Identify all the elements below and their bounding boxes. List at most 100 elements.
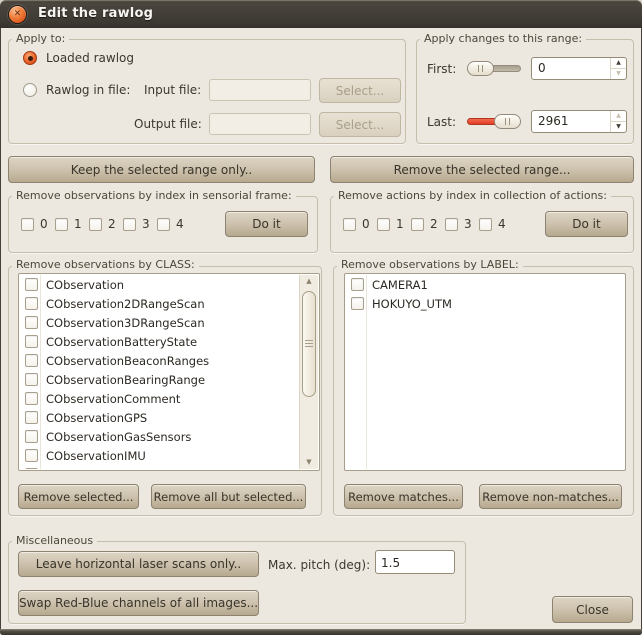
window-title: Edit the rawlog — [38, 6, 154, 21]
class-list-item[interactable]: CObservationGasSensors — [20, 427, 299, 446]
remove-by-class-group: Remove observations by CLASS: CObservati… — [8, 258, 322, 516]
checkbox-icon[interactable] — [411, 217, 424, 231]
scroll-up-icon[interactable]: ▲ — [300, 278, 318, 285]
item-checkbox[interactable] — [351, 297, 364, 310]
class-list-item[interactable]: CObservationBatteryState — [20, 332, 299, 351]
max-pitch-field[interactable] — [375, 550, 455, 574]
action-index-checkbox[interactable]: 2 — [411, 217, 445, 231]
actions-legend: Remove actions by index in collection of… — [334, 189, 611, 202]
class-list-item[interactable]: CObservationImage — [20, 465, 299, 469]
item-checkbox[interactable] — [25, 278, 38, 291]
misc-legend: Miscellaneous — [12, 534, 98, 547]
item-checkbox[interactable] — [25, 373, 38, 386]
last-slider-thumb[interactable] — [494, 114, 521, 129]
class-list-scrollbar[interactable]: ▲ ▼ — [299, 275, 318, 469]
action-index-checkbox[interactable]: 1 — [377, 217, 411, 231]
checkbox-icon[interactable] — [343, 217, 356, 231]
last-spinner[interactable]: 2961 ▲ ▼ — [531, 110, 627, 133]
item-checkbox[interactable] — [25, 316, 38, 329]
radio-loaded-rawlog[interactable] — [23, 51, 37, 65]
window-bottom-border — [0, 629, 642, 635]
sensorial-index-checkbox[interactable]: 2 — [89, 217, 123, 231]
first-spin-up-icon[interactable]: ▲ — [611, 58, 626, 68]
window-close-button[interactable]: ✕ — [8, 5, 27, 24]
remove-matches-button[interactable]: Remove matches... — [344, 484, 463, 509]
last-spin-up-icon[interactable]: ▲ — [611, 111, 626, 121]
class-list-item[interactable]: CObservationBeaconRanges — [20, 351, 299, 370]
first-spinner[interactable]: 0 ▲ ▼ — [531, 57, 627, 80]
apply-to-group: Apply to: Loaded rawlog Rawlog in file: … — [8, 32, 406, 144]
titlebar[interactable]: ✕ Edit the rawlog — [0, 0, 642, 28]
class-list-item[interactable]: CObservation3DRangeScan — [20, 313, 299, 332]
class-list-item[interactable]: CObservation2DRangeScan — [20, 294, 299, 313]
checkbox-icon[interactable] — [123, 217, 136, 231]
item-checkbox[interactable] — [25, 354, 38, 367]
sensorial-index-checkbox[interactable]: 3 — [123, 217, 157, 231]
label-list-item[interactable]: CAMERA1 — [346, 275, 624, 294]
radio-loaded-rawlog-label[interactable]: Loaded rawlog — [46, 51, 134, 65]
select-input-file-button[interactable]: Select... — [319, 78, 401, 103]
last-spin-down-icon[interactable]: ▼ — [611, 121, 626, 132]
actions-checkbox-row: 0 1 2 3 4 — [343, 217, 513, 231]
checkbox-icon[interactable] — [55, 217, 68, 231]
remove-range-button[interactable]: Remove the selected range... — [330, 156, 634, 183]
item-checkbox[interactable] — [25, 411, 38, 424]
item-checkbox[interactable] — [25, 468, 38, 469]
class-list-item[interactable]: CObservationIMU — [20, 446, 299, 465]
item-checkbox[interactable] — [25, 449, 38, 462]
last-label: Last: — [427, 115, 457, 129]
sensorial-checkbox-row: 0 1 2 3 4 — [21, 217, 191, 231]
checkbox-icon[interactable] — [377, 217, 390, 231]
checkbox-icon[interactable] — [21, 217, 34, 231]
sensorial-index-checkbox[interactable]: 4 — [157, 217, 191, 231]
sensorial-do-it-button[interactable]: Do it — [225, 211, 308, 237]
sensorial-index-checkbox[interactable]: 1 — [55, 217, 89, 231]
output-file-field[interactable] — [209, 113, 311, 135]
first-slider-thumb[interactable] — [467, 61, 494, 76]
action-index-checkbox[interactable]: 0 — [343, 217, 377, 231]
action-index-checkbox[interactable]: 4 — [479, 217, 513, 231]
swap-red-blue-button[interactable]: Swap Red-Blue channels of all images... — [18, 590, 259, 616]
label-list[interactable]: CAMERA1 HOKUYO_UTM — [344, 273, 626, 471]
apply-to-legend: Apply to: — [12, 32, 70, 45]
class-list-item[interactable]: CObservationComment — [20, 389, 299, 408]
action-index-checkbox[interactable]: 3 — [445, 217, 479, 231]
output-file-label: Output file: — [134, 117, 202, 131]
first-spin-down-icon[interactable]: ▼ — [611, 68, 626, 79]
remove-selected-button[interactable]: Remove selected... — [18, 484, 139, 509]
class-list-item[interactable]: CObservationBearingRange — [20, 370, 299, 389]
checkbox-icon[interactable] — [479, 217, 492, 231]
last-slider[interactable] — [467, 114, 521, 129]
radio-rawlog-in-file-label[interactable]: Rawlog in file: — [46, 83, 130, 97]
select-output-file-button[interactable]: Select... — [319, 112, 401, 137]
keep-range-button[interactable]: Keep the selected range only.. — [8, 156, 315, 183]
item-checkbox[interactable] — [25, 430, 38, 443]
checkbox-icon[interactable] — [445, 217, 458, 231]
scrollbar-thumb[interactable] — [302, 291, 316, 397]
input-file-field[interactable] — [209, 79, 311, 101]
label-legend: Remove observations by LABEL: — [337, 258, 523, 271]
item-checkbox[interactable] — [25, 297, 38, 310]
class-list-item[interactable]: CObservationGPS — [20, 408, 299, 427]
radio-rawlog-in-file[interactable] — [23, 83, 37, 97]
edit-rawlog-dialog: ✕ Edit the rawlog Apply to: Loaded rawlo… — [0, 0, 642, 635]
checkbox-icon[interactable] — [89, 217, 102, 231]
first-slider[interactable] — [467, 61, 521, 76]
actions-index-group: Remove actions by index in collection of… — [330, 189, 634, 253]
item-checkbox[interactable] — [25, 392, 38, 405]
leave-horizontal-scans-button[interactable]: Leave horizontal laser scans only.. — [18, 551, 259, 577]
checkbox-icon[interactable] — [157, 217, 170, 231]
item-checkbox[interactable] — [25, 335, 38, 348]
range-legend: Apply changes to this range: — [420, 32, 587, 45]
scroll-down-icon[interactable]: ▼ — [300, 459, 318, 466]
actions-do-it-button[interactable]: Do it — [545, 211, 628, 237]
sensorial-index-checkbox[interactable]: 0 — [21, 217, 55, 231]
class-list-item[interactable]: CObservation — [20, 275, 299, 294]
close-button[interactable]: Close — [552, 596, 633, 623]
item-checkbox[interactable] — [351, 278, 364, 291]
label-list-item[interactable]: HOKUYO_UTM — [346, 294, 624, 313]
remove-all-but-selected-button[interactable]: Remove all but selected... — [151, 484, 306, 509]
remove-non-matches-button[interactable]: Remove non-matches... — [479, 484, 622, 509]
scrollbar-grip-icon — [305, 340, 313, 348]
class-list[interactable]: CObservation CObservation2DRangeScan COb… — [18, 273, 320, 471]
